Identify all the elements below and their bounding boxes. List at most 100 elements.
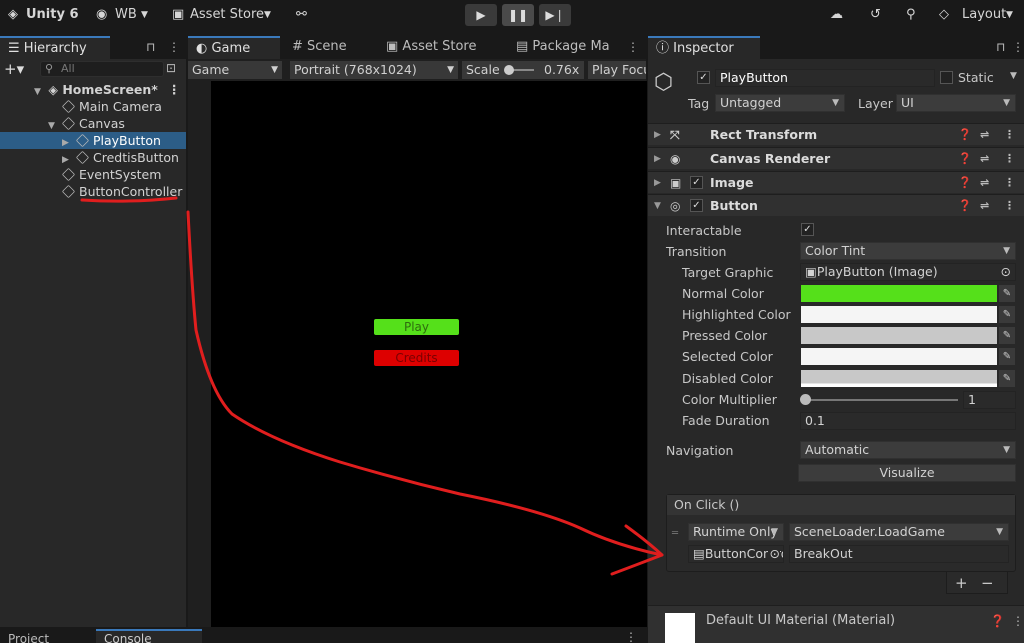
presets-icon[interactable]: ⇌ <box>980 124 989 146</box>
resolution-dropdown[interactable]: Portrait (768x1024) ▼ <box>290 61 458 79</box>
component-rect-transform[interactable]: ▶ ⤧ Rect Transform ❓ ⇌ ⋮ <box>648 123 1024 145</box>
image-enabled-checkbox[interactable]: ✓ <box>690 176 703 189</box>
color-multiplier-field[interactable]: 1 <box>963 391 1016 409</box>
eyedropper-icon[interactable]: ✎ <box>999 327 1015 344</box>
color-multiplier-slider-track[interactable] <box>804 399 958 401</box>
eyedropper-icon[interactable]: ✎ <box>999 348 1015 365</box>
scene-row[interactable]: ▼ ◈ HomeScreen* ⋮ <box>0 81 186 98</box>
kebab-menu-icon[interactable]: ⋮ <box>1004 195 1015 217</box>
layout-dropdown[interactable]: Layout <box>962 7 1006 22</box>
kebab-menu-icon[interactable]: ⋮ <box>1004 148 1015 170</box>
runtime-dropdown[interactable]: Runtime Only ▼ <box>688 523 784 541</box>
transition-dropdown[interactable]: Color Tint ▼ <box>800 242 1016 260</box>
kebab-menu-icon[interactable]: ⋮ <box>1012 614 1024 628</box>
help-icon[interactable]: ❓ <box>990 614 1005 628</box>
display-dropdown[interactable]: Game ▼ <box>188 61 282 79</box>
eyedropper-icon[interactable]: ✎ <box>999 285 1015 302</box>
layers-icon[interactable]: ◇ <box>939 7 949 22</box>
visualize-button[interactable]: Visualize <box>798 464 1016 482</box>
event-target-object-field[interactable]: ▤ButtonController ⊙ <box>688 545 784 563</box>
pressed-color-swatch[interactable] <box>801 327 997 344</box>
color-multiplier-slider-handle[interactable] <box>800 394 811 405</box>
add-event-button[interactable]: + <box>955 574 968 592</box>
account-icon[interactable]: ◉ <box>96 7 107 22</box>
game-credits-button[interactable]: Credits <box>374 350 459 366</box>
step-toolbar-button[interactable]: ▶❘ <box>539 4 571 26</box>
navigation-dropdown[interactable]: Automatic ▼ <box>800 441 1016 459</box>
lock-icon[interactable]: ⊓ <box>146 40 155 54</box>
tab-hierarchy[interactable]: ☰ Hierarchy <box>0 36 110 60</box>
help-icon[interactable]: ❓ <box>958 195 972 217</box>
kebab-menu-icon[interactable]: ⋮ <box>1012 40 1024 54</box>
active-checkbox[interactable]: ✓ <box>697 71 710 84</box>
hierarchy-search-input[interactable]: ⚲ All <box>40 61 164 77</box>
scale-slider-handle[interactable] <box>503 65 514 75</box>
target-graphic-field[interactable]: ▣PlayButton (Image) ⊙ <box>800 263 1016 281</box>
asset-store-dropdown[interactable]: Asset Store <box>190 7 264 22</box>
kebab-menu-icon[interactable]: ⋮ <box>1004 124 1015 146</box>
tab-project[interactable]: Project <box>8 632 49 643</box>
presets-icon[interactable]: ⇌ <box>980 172 989 194</box>
kebab-menu-icon[interactable]: ⋮ <box>625 630 637 643</box>
gameobject-icon[interactable]: ⬡ <box>654 70 673 95</box>
object-picker-icon[interactable]: ⊙ <box>1001 264 1011 280</box>
disabled-color-swatch[interactable] <box>801 370 997 387</box>
function-dropdown[interactable]: SceneLoader.LoadGame ▼ <box>789 523 1009 541</box>
presets-icon[interactable]: ⇌ <box>980 195 989 217</box>
tab-asset-store[interactable]: ▣ Asset Store <box>378 36 484 60</box>
remove-event-button[interactable]: − <box>981 574 994 592</box>
pause-toolbar-button[interactable]: ❚❚ <box>502 4 534 26</box>
cloud-icon[interactable]: ☁ <box>830 7 843 22</box>
interactable-checkbox[interactable]: ✓ <box>801 223 814 236</box>
presets-icon[interactable]: ⇌ <box>980 148 989 170</box>
help-icon[interactable]: ❓ <box>958 172 972 194</box>
button-enabled-checkbox[interactable]: ✓ <box>690 199 703 212</box>
history-icon[interactable]: ↺ <box>870 7 881 22</box>
argument-field[interactable]: BreakOut <box>789 545 1009 563</box>
object-name-field[interactable]: PlayButton <box>715 69 935 87</box>
drag-handle-icon[interactable]: ═ <box>672 528 678 539</box>
component-button[interactable]: ▼ ◎ ✓ Button ❓ ⇌ ⋮ <box>648 194 1024 216</box>
app-title: Unity 6 <box>26 7 79 22</box>
component-canvas-renderer[interactable]: ▶ ◉ Canvas Renderer ❓ ⇌ ⋮ <box>648 147 1024 169</box>
eyedropper-icon[interactable]: ✎ <box>999 370 1015 387</box>
kebab-menu-icon[interactable]: ⋮ <box>168 40 180 54</box>
search-icon[interactable]: ⚲ <box>906 7 916 22</box>
kebab-menu-icon[interactable]: ⋮ <box>627 40 639 54</box>
tab-game[interactable]: ◐ Game <box>188 36 280 60</box>
play-toolbar-button[interactable]: ▶ <box>465 4 497 26</box>
hierarchy-item-playbutton[interactable]: ▶ PlayButton <box>0 132 186 149</box>
version-control-icon[interactable]: ⚯ <box>296 7 307 22</box>
hierarchy-item-buttoncontroller[interactable]: ButtonController <box>0 183 186 200</box>
kebab-menu-icon[interactable]: ⋮ <box>168 81 181 98</box>
static-checkbox[interactable] <box>940 71 953 84</box>
selected-color-swatch[interactable] <box>801 348 997 365</box>
highlighted-color-swatch[interactable] <box>801 306 997 323</box>
eyedropper-icon[interactable]: ✎ <box>999 306 1015 323</box>
object-picker-icon[interactable]: ⊙ <box>767 546 780 562</box>
hierarchy-item-eventsystem[interactable]: EventSystem <box>0 166 186 183</box>
tag-dropdown[interactable]: Untagged ▼ <box>715 94 845 112</box>
tab-console[interactable]: Console <box>104 632 152 643</box>
hierarchy-item-canvas[interactable]: ▼ Canvas <box>0 115 186 132</box>
kebab-menu-icon[interactable]: ⋮ <box>1004 172 1015 194</box>
help-icon[interactable]: ❓ <box>958 148 972 170</box>
chevron-down-icon: ▼ <box>447 65 454 75</box>
tab-inspector[interactable]: ⓘ Inspector <box>648 36 760 60</box>
help-icon[interactable]: ❓ <box>958 124 972 146</box>
component-image[interactable]: ▶ ▣ ✓ Image ❓ ⇌ ⋮ <box>648 171 1024 193</box>
tab-package-manager[interactable]: ▤ Package Ma <box>508 36 620 60</box>
hierarchy-item-credtisbutton[interactable]: ▶ CredtisButton <box>0 149 186 166</box>
lock-icon[interactable]: ⊓ <box>996 40 1005 54</box>
fade-duration-field[interactable]: 0.1 <box>800 412 1016 430</box>
normal-color-swatch[interactable] <box>801 285 997 302</box>
account-dropdown[interactable]: WB <box>115 7 137 22</box>
search-options-icon[interactable]: ⊡ <box>166 61 176 75</box>
add-icon[interactable]: +▾ <box>4 60 24 78</box>
chevron-down-icon[interactable]: ▼ <box>1010 71 1017 81</box>
game-play-button[interactable]: Play <box>374 319 459 335</box>
play-focus-dropdown[interactable]: Play Focu <box>588 61 646 79</box>
tab-scene[interactable]: # Scene <box>284 36 355 60</box>
layer-dropdown[interactable]: UI ▼ <box>896 94 1016 112</box>
hierarchy-item-main-camera[interactable]: Main Camera <box>0 98 186 115</box>
